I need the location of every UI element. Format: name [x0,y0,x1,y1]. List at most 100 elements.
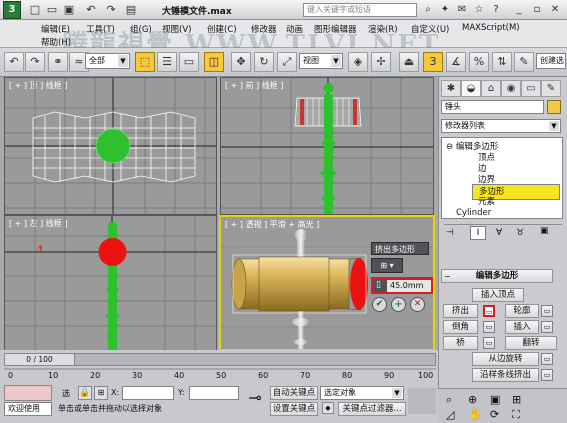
configure-sets-icon[interactable]: ▣ [540,226,549,236]
hierarchy-tab-icon[interactable]: ⌂ [481,80,501,97]
pivot-center-icon[interactable]: ◈ [348,52,368,72]
redo-toolbar-icon[interactable]: ↷ [25,52,45,72]
zoom-all-icon[interactable]: ⊕ [468,393,477,406]
viewport-front[interactable]: [ + ] 前 ] 线框 ] [220,77,434,215]
object-color-swatch[interactable] [547,100,561,114]
app-logo-icon[interactable]: 3 [3,1,21,19]
extrude-height-value[interactable]: 45.0mm [387,280,431,292]
apply-and-continue-button[interactable]: + [391,297,406,312]
spline-extrude-settings-icon[interactable]: ▭ [541,369,553,381]
select-move-icon[interactable]: ✥ [231,52,251,72]
bevel-button[interactable]: 倒角 [443,320,478,334]
snaps-toggle-icon[interactable]: 3 [423,52,443,72]
help-icon[interactable]: ? [489,3,503,17]
restore-icon[interactable]: ▫ [530,3,544,17]
maxscript-mini-listener[interactable] [4,385,52,401]
subscription-icon[interactable]: ✦ [438,3,452,17]
spinner-snap-icon[interactable]: ⇅ [492,52,512,72]
maximize-viewport-icon[interactable]: ⛶ [512,408,520,422]
modify-tab-icon[interactable]: ◒ [461,80,481,97]
fov-icon[interactable]: ◿ [446,408,454,421]
viewport-top[interactable]: [ + ] 顶 ] 线框 ] [4,77,217,215]
stack-item-element[interactable]: 元素 [478,195,495,207]
extrude-type-dropdown[interactable]: ⊞ ▾ [371,258,403,273]
absolute-mode-icon[interactable]: ⊞ [94,386,108,400]
bevel-settings-icon[interactable]: ▭ [483,321,495,333]
undo-icon[interactable]: ↶ [84,3,98,17]
orbit-icon[interactable]: ⟳ [490,408,499,421]
create-tab-icon[interactable]: ✱ [441,80,461,97]
ok-button[interactable]: ✔ [372,297,387,312]
collapse-icon[interactable]: − [444,272,451,281]
outline-button[interactable]: 轮廓 [505,304,539,318]
welcome-field[interactable]: 欢迎使用 [4,402,52,416]
angle-snap-icon[interactable]: ∡ [446,52,466,72]
auto-key-button[interactable]: 自动关键点 [270,386,318,400]
inset-button[interactable]: 插入 [505,320,539,334]
menu-maxscript[interactable]: MAXScript(M) [462,23,520,33]
extrude-button[interactable]: 挤出 [443,304,478,318]
zoom-extents-all-icon[interactable]: ⊞ [512,393,521,406]
key-selection-dropdown[interactable]: 选定对象 ▼ [320,386,404,400]
project-folder-icon[interactable]: ▤ [124,3,138,17]
key-filters-button[interactable]: 关键点过滤器... [338,402,406,416]
open-file-icon[interactable]: ▭ [45,3,59,17]
key-mode-icon[interactable]: ◆ [322,402,334,414]
bridge-settings-icon[interactable]: ▭ [483,337,495,349]
edit-polygons-rollout-header[interactable]: 编辑多边形 [441,269,553,283]
motion-tab-icon[interactable]: ◉ [501,80,521,97]
set-key-button[interactable]: 设置关键点 [270,402,318,416]
favorites-icon[interactable]: ☆ [472,3,486,17]
save-file-icon[interactable]: ▣ [62,3,76,17]
new-file-icon[interactable]: □ [28,3,42,17]
undo-toolbar-icon[interactable]: ↶ [4,52,24,72]
make-unique-icon[interactable]: ∀ [496,228,502,238]
zoom-extents-icon[interactable]: ▣ [490,393,500,406]
cancel-button[interactable]: ✕ [410,297,425,312]
select-by-name-icon[interactable]: ☰ [157,52,177,72]
key-icon[interactable]: ⊸ [244,388,266,412]
close-icon[interactable]: ✕ [548,3,562,17]
modifier-list-dropdown[interactable]: 修改器列表 ▼ [441,119,561,133]
time-slider[interactable]: 0 / 100 [4,353,436,366]
stack-base-cylinder[interactable]: Cylinder [456,208,491,218]
select-scale-icon[interactable]: ⤢ [277,52,297,72]
minimize-icon[interactable]: _ [512,3,526,17]
utilities-tab-icon[interactable]: ✎ [541,80,561,97]
communication-icon[interactable]: ✉ [455,3,469,17]
viewport-perspective[interactable]: [ + ] 透视 ] 平滑 + 高光 ] 挤出多边形 ⊞ ▾ ▯ 45.0mm … [219,215,435,351]
zoom-icon[interactable]: ⌕ [446,393,452,407]
search-input[interactable]: 键入关键字或短语 [303,3,417,17]
pan-icon[interactable]: ✋ [468,408,482,421]
keyboard-shortcut-icon[interactable]: ⏏ [399,52,419,72]
select-object-icon[interactable]: ⬚ [135,52,155,72]
viewport-left[interactable]: [ + ] 左 ] 线框 ] x [4,215,217,351]
selection-filter-dropdown[interactable]: 全部 ▼ [85,53,130,69]
window-crossing-icon[interactable]: ◫ [204,52,224,72]
create-selection-set-dropdown[interactable]: 创建选 [536,53,566,69]
pin-stack-icon[interactable]: ⊣ [446,228,454,238]
object-name-field[interactable]: 锤头 [441,100,544,114]
lock-selection-icon[interactable]: 🔒 [78,386,92,400]
select-link-icon[interactable]: ⚭ [48,52,68,72]
rectangular-selection-icon[interactable]: ▭ [179,52,199,72]
hinge-settings-icon[interactable]: ▭ [541,353,553,365]
y-coord-field[interactable] [189,386,239,400]
select-rotate-icon[interactable]: ↻ [254,52,274,72]
inset-settings-icon[interactable]: ▭ [541,321,553,333]
extrude-height-field[interactable]: ▯ 45.0mm [371,277,433,294]
reference-coordinate-dropdown[interactable]: 视图 ▼ [299,53,343,69]
outline-settings-icon[interactable]: ▭ [541,305,553,317]
show-end-result-icon[interactable]: I [470,226,486,240]
percent-snap-icon[interactable]: % [469,52,489,72]
flip-button[interactable]: 翻转 [505,336,557,350]
extrude-settings-icon[interactable]: ▭ [483,305,495,317]
x-coord-field[interactable] [122,386,174,400]
named-selection-icon[interactable]: ✎ [514,52,534,72]
select-manipulate-icon[interactable]: ✢ [371,52,391,72]
display-tab-icon[interactable]: ▭ [521,80,541,97]
search-icon[interactable]: ⌕ [421,3,435,17]
remove-modifier-icon[interactable]: ♉ [516,228,524,238]
time-slider-thumb[interactable]: 0 / 100 [5,354,75,365]
redo-icon[interactable]: ↷ [104,3,118,17]
